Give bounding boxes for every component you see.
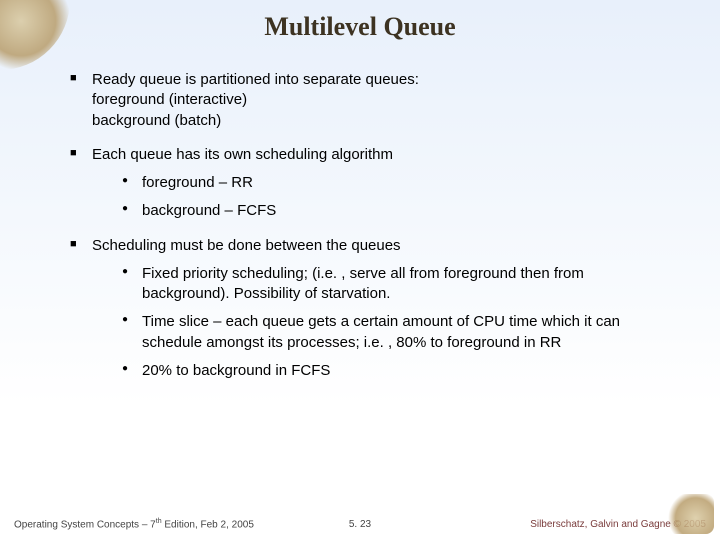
bullet-level2: Fixed priority scheduling; (i.e. , serve… xyxy=(122,264,670,305)
bullet-subtext: foreground (interactive) xyxy=(92,90,670,110)
footer-center: 5. 23 xyxy=(349,519,371,530)
slide: Multilevel Queue Ready queue is partitio… xyxy=(0,0,720,540)
bullet-level2: 20% to background in FCFS xyxy=(122,361,670,381)
bullet-text: Each queue has its own scheduling algori… xyxy=(92,146,393,163)
footer-left: Operating System Concepts – 7th Edition,… xyxy=(14,518,254,530)
bullet-level1: Each queue has its own scheduling algori… xyxy=(70,145,670,222)
slide-title: Multilevel Queue xyxy=(0,0,720,42)
bullet-text: Ready queue is partitioned into separate… xyxy=(92,71,419,88)
footer-left-prefix: Operating System Concepts – 7 xyxy=(14,519,156,530)
footer-left-suffix: Edition, Feb 2, 2005 xyxy=(162,519,254,530)
bullet-level2: foreground – RR xyxy=(122,173,670,193)
bullet-level2: Time slice – each queue gets a certain a… xyxy=(122,312,670,353)
bullet-level2: background – FCFS xyxy=(122,201,670,221)
bullet-subtext: background (batch) xyxy=(92,111,670,131)
bullet-text: Scheduling must be done between the queu… xyxy=(92,237,401,254)
dinosaur-decoration-bottom-right xyxy=(668,494,714,534)
bullet-level1: Ready queue is partitioned into separate… xyxy=(70,70,670,131)
slide-content: Ready queue is partitioned into separate… xyxy=(0,42,720,381)
slide-footer: Operating System Concepts – 7th Edition,… xyxy=(0,518,720,530)
bullet-level1: Scheduling must be done between the queu… xyxy=(70,236,670,382)
